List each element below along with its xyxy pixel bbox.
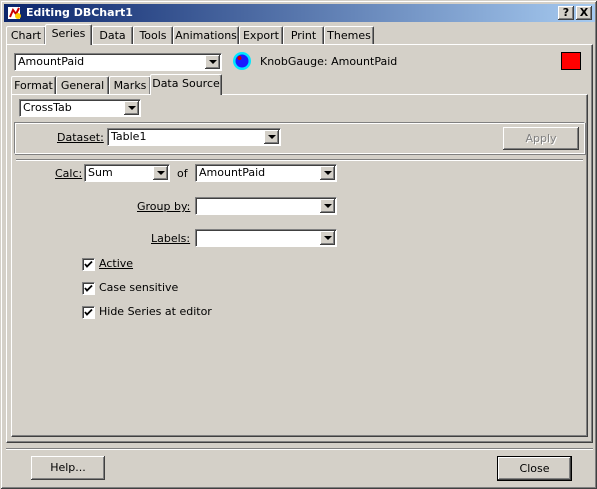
tab-print[interactable]: Print — [283, 26, 324, 45]
tab-chart[interactable]: Chart — [6, 26, 46, 45]
dataset-label-text: Dataset: — [57, 131, 104, 144]
app-icon — [7, 5, 23, 21]
close-button[interactable]: Close — [497, 456, 572, 481]
tab-themes[interactable]: Themes — [324, 26, 374, 45]
of-field-select[interactable]: AmountPaid — [195, 164, 337, 182]
series-color-swatch[interactable] — [561, 52, 581, 70]
calc-label-text: Calc: — [55, 167, 83, 180]
chevron-down-icon[interactable] — [264, 130, 279, 144]
tab-marks[interactable]: Marks — [109, 76, 151, 95]
checkmark-icon — [84, 284, 93, 292]
tab-format[interactable]: Format — [11, 76, 56, 95]
hide-series-label[interactable]: Hide Series at editor — [99, 305, 212, 319]
help-button-label: Help... — [50, 461, 86, 474]
apply-button[interactable]: Apply — [503, 127, 579, 150]
labels-label: Labels: — [151, 232, 190, 246]
labels-select[interactable] — [195, 229, 337, 247]
chevron-down-icon[interactable] — [320, 199, 335, 213]
apply-label: Apply — [525, 132, 557, 145]
of-field-value: AmountPaid — [199, 166, 266, 179]
tab-series[interactable]: Series — [45, 24, 92, 45]
dataset-select[interactable]: Table1 — [107, 128, 281, 146]
calc-select[interactable]: Sum — [84, 164, 170, 182]
series-panel: AmountPaid KnobGauge: AmountPaid Format … — [6, 44, 593, 443]
of-label: of — [177, 167, 188, 180]
labels-label-text: Labels: — [151, 232, 191, 245]
tab-data[interactable]: Data — [92, 26, 133, 45]
checkmark-icon — [84, 260, 93, 268]
window-title: Editing DBChart1 — [26, 6, 133, 19]
series-select[interactable]: AmountPaid — [14, 53, 222, 71]
hide-series-checkbox[interactable] — [82, 306, 95, 319]
dataset-groupbox: Dataset: Table1 Apply — [14, 122, 585, 154]
help-button[interactable]: Help... — [31, 456, 105, 480]
title-bar[interactable]: Editing DBChart1 ? X — [4, 4, 595, 22]
case-sensitive-checkbox[interactable] — [82, 282, 95, 295]
tab-animations[interactable]: Animations — [173, 26, 239, 45]
data-source-panel: CrossTab Dataset: Table1 Apply Calc: Sum — [11, 94, 588, 437]
calc-label: Calc: — [55, 167, 82, 181]
series-color-fill — [562, 53, 580, 69]
active-label[interactable]: Active — [99, 257, 133, 271]
tab-export[interactable]: Export — [239, 26, 283, 45]
footer-divider — [6, 448, 593, 450]
series-description: KnobGauge: AmountPaid — [260, 55, 398, 68]
dataset-label: Dataset: — [57, 131, 104, 145]
tab-data-source[interactable]: Data Source — [150, 74, 222, 95]
knob-gauge-icon — [232, 51, 252, 71]
source-mode-select[interactable]: CrossTab — [19, 99, 141, 117]
series-select-value: AmountPaid — [18, 55, 85, 68]
calc-value: Sum — [88, 166, 113, 179]
groupby-select[interactable] — [195, 197, 337, 215]
active-checkbox[interactable] — [82, 258, 95, 271]
source-mode-value: CrossTab — [23, 101, 72, 114]
chevron-down-icon[interactable] — [205, 55, 220, 69]
editor-window: Editing DBChart1 ? X Chart Series Data T… — [0, 0, 597, 489]
close-caption-button[interactable]: X — [576, 6, 592, 20]
help-caption-button[interactable]: ? — [558, 6, 574, 20]
chevron-down-icon[interactable] — [124, 101, 139, 115]
close-button-label: Close — [519, 462, 550, 475]
divider — [16, 159, 583, 161]
dataset-value: Table1 — [111, 130, 147, 143]
checkmark-icon — [84, 308, 93, 316]
groupby-label: Group by: — [137, 200, 190, 214]
groupby-label-text: Group by: — [137, 200, 191, 213]
chevron-down-icon[interactable] — [153, 166, 168, 180]
chevron-down-icon[interactable] — [320, 231, 335, 245]
chevron-down-icon[interactable] — [320, 166, 335, 180]
tab-general[interactable]: General — [56, 76, 109, 95]
tab-tools[interactable]: Tools — [133, 26, 173, 45]
case-sensitive-label[interactable]: Case sensitive — [99, 281, 178, 295]
